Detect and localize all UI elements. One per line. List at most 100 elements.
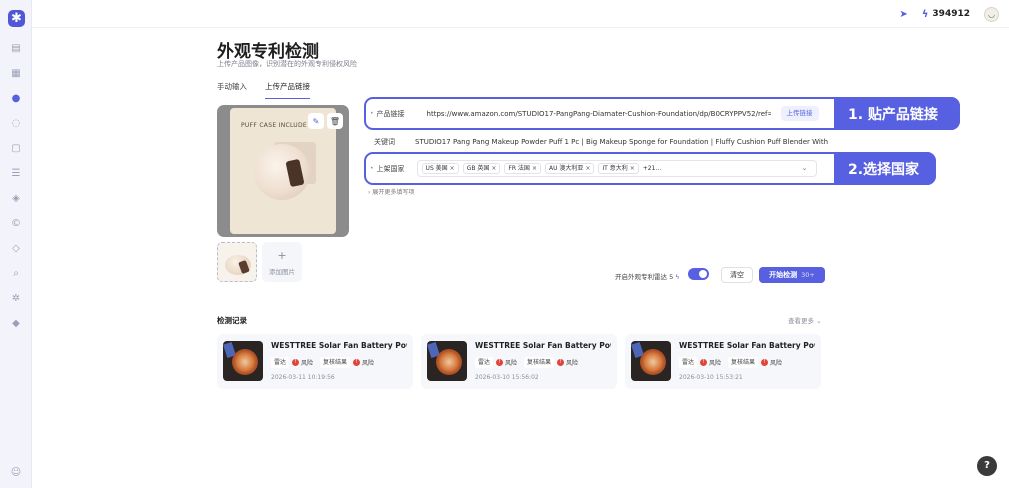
document-icon[interactable]: ▢: [10, 143, 22, 155]
record-timestamp: 2026-03-10 15:56:02: [475, 374, 539, 381]
start-detection-button[interactable]: 开始检测 30+: [759, 267, 825, 283]
copyright-icon[interactable]: ©: [10, 218, 22, 230]
product-image-preview[interactable]: PUFF CASE INCLUDE ✎ 🗑: [217, 105, 349, 237]
record-card[interactable]: WESTTREE Solar Fan Battery Powered... 雷达…: [421, 334, 617, 389]
product-link-label: 产品链接: [376, 109, 405, 118]
input-mode-tabs: 手动输入 上传产品链接: [217, 81, 310, 99]
clear-button[interactable]: 清空: [721, 267, 753, 283]
radar-tag: 雷达: [679, 357, 698, 368]
close-icon[interactable]: ×: [450, 165, 455, 172]
more-countries-count[interactable]: +21...: [643, 165, 661, 172]
patent-icon[interactable]: ●: [9, 92, 23, 106]
country-chip: FR 法国 ×: [504, 163, 541, 174]
close-icon[interactable]: ×: [491, 165, 496, 172]
list-icon[interactable]: ☰: [10, 168, 22, 180]
country-chip: US 美国 ×: [421, 163, 459, 174]
fan-image: [232, 349, 258, 375]
risk-badge: ! 风险: [496, 358, 517, 367]
fan-image: [640, 349, 666, 375]
country-chip: IT 意大利 ×: [598, 163, 639, 174]
history-title: 检测记录: [217, 316, 247, 325]
packaging-text: PUFF CASE INCLUDE: [241, 122, 308, 129]
review-tag: 复核结果: [524, 357, 555, 368]
keyword-input[interactable]: STUDIO17 Pang Pang Makeup Powder Puff 1 …: [415, 138, 845, 146]
grid-icon[interactable]: ▦: [10, 68, 22, 80]
plus-icon: +: [277, 249, 287, 262]
radar-toggle[interactable]: [688, 268, 709, 280]
fan-image: [436, 349, 462, 375]
image-thumbnail[interactable]: [217, 242, 257, 282]
credits-balance[interactable]: ϟ 394912: [922, 9, 970, 20]
header-divider: [32, 27, 1009, 28]
risk-icon: !: [557, 359, 565, 366]
add-image-label: 添加图片: [269, 268, 295, 276]
record-thumbnail: [631, 341, 671, 381]
globe-icon[interactable]: ◌: [10, 118, 22, 130]
app-logo-icon[interactable]: ✱: [8, 10, 25, 27]
user-icon[interactable]: ☺: [10, 467, 22, 479]
sidebar: ✱ ▤ ▦ ● ◌ ▢ ☰ ◈ © ◇ ⌕ ✲ ◆ ☺: [0, 0, 32, 488]
magic-wand-icon[interactable]: ✎: [308, 113, 324, 129]
country-label: 上架国家: [376, 164, 405, 173]
record-timestamp: 2026-03-10 15:53:21: [679, 374, 743, 381]
page-subtitle: 上传产品图像，识别潜在的外观专利侵权风险: [217, 60, 357, 68]
record-tags: 雷达 ! 风险 复核结果 ! 风险: [271, 357, 378, 368]
record-card[interactable]: WESTTREE Solar Fan Battery Powered... 雷达…: [625, 334, 821, 389]
record-tags: 雷达 ! 风险 复核结果 ! 风险: [679, 357, 786, 368]
chart-icon[interactable]: ▤: [10, 43, 22, 55]
record-card[interactable]: WESTTREE Solar Fan Battery Powered... 雷达…: [217, 334, 413, 389]
view-more-link[interactable]: 查看更多 ⌄: [788, 315, 822, 325]
close-icon[interactable]: ×: [585, 165, 590, 172]
risk-badge: ! 风险: [557, 358, 578, 367]
callout-step-1: 1. 贴产品链接: [834, 97, 960, 130]
help-button[interactable]: ?: [977, 456, 997, 476]
risk-badge: ! 风险: [761, 358, 782, 367]
record-tags: 雷达 ! 风险 复核结果 ! 风险: [475, 357, 582, 368]
risk-icon: !: [496, 359, 504, 366]
review-tag: 复核结果: [320, 357, 351, 368]
close-icon[interactable]: ×: [532, 165, 537, 172]
risk-icon: !: [700, 359, 708, 366]
trash-icon[interactable]: 🗑: [327, 113, 343, 129]
record-thumbnail: [427, 341, 467, 381]
risk-badge: ! 风险: [353, 358, 374, 367]
send-icon[interactable]: ➤: [899, 9, 907, 20]
risk-badge: ! 风险: [292, 358, 313, 367]
expand-more-fields-link[interactable]: › 展开更多填写项: [368, 187, 414, 196]
bolt-icon: ϟ: [921, 8, 929, 20]
record-title: WESTTREE Solar Fan Battery Powered...: [475, 341, 611, 350]
radar-tag: 雷达: [475, 357, 494, 368]
tag-icon[interactable]: ◆: [10, 318, 22, 330]
search-icon[interactable]: ⌕: [10, 268, 22, 280]
upload-link-button[interactable]: 上传链接: [780, 106, 819, 121]
risk-icon: !: [353, 359, 361, 366]
avatar[interactable]: ◡: [984, 6, 999, 22]
radar-tag: 雷达: [271, 357, 290, 368]
review-tag: 复核结果: [728, 357, 759, 368]
record-title: WESTTREE Solar Fan Battery Powered...: [679, 341, 815, 350]
chevron-down-icon[interactable]: ⌄: [802, 164, 808, 172]
bolt-icon: ϟ: [675, 273, 680, 281]
risk-icon: !: [292, 359, 300, 366]
radar-label: 开启外观专利雷达 5 ϟ: [615, 273, 680, 281]
credits-value: 394912: [932, 9, 970, 19]
country-chip: GB 英国 ×: [462, 163, 501, 174]
tab-upload-link[interactable]: 上传产品链接: [265, 81, 310, 99]
callout-step-2: 2.选择国家: [834, 152, 936, 185]
layers-icon[interactable]: ◇: [10, 243, 22, 255]
product-link-input[interactable]: https://www.amazon.com/STUDIO17-PangPang…: [427, 110, 771, 118]
add-image-button[interactable]: + 添加图片: [262, 242, 302, 282]
keyword-label: 关键词: [374, 138, 395, 146]
record-thumbnail: [223, 341, 263, 381]
settings-icon[interactable]: ✲: [10, 293, 22, 305]
shield-icon[interactable]: ◈: [10, 193, 22, 205]
keyword-row: 关键词 STUDIO17 Pang Pang Makeup Powder Puf…: [364, 136, 845, 148]
record-title: WESTTREE Solar Fan Battery Powered...: [271, 341, 407, 350]
toggle-knob: [699, 270, 707, 278]
risk-icon: !: [761, 359, 769, 366]
risk-badge: ! 风险: [700, 358, 721, 367]
country-select[interactable]: US 美国 × GB 英国 × FR 法国 × AU 澳大利亚 × IT 意大利 × +2…: [416, 160, 817, 177]
tab-manual-input[interactable]: 手动输入: [217, 81, 247, 99]
close-icon[interactable]: ×: [630, 165, 635, 172]
record-timestamp: 2026-03-11 10:19:56: [271, 374, 335, 381]
